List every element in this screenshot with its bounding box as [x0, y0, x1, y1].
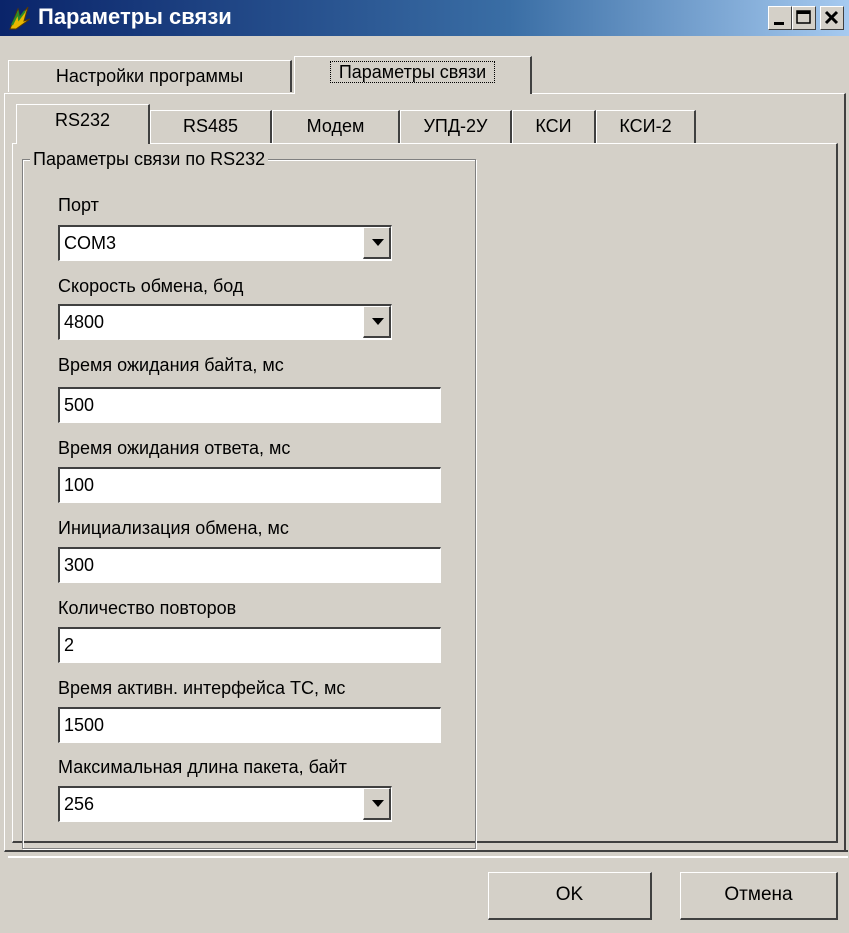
port-dropdown-button[interactable]: [363, 227, 391, 259]
response-timeout-label: Время ожидания ответа, мс: [58, 438, 291, 458]
retry-count-label: Количество повторов: [58, 598, 237, 618]
tab-program-settings[interactable]: Настройки программы: [8, 60, 292, 92]
interface-active-time-value: 1500: [64, 715, 105, 735]
close-button[interactable]: [820, 6, 844, 30]
tab-modem-label: Модем: [306, 116, 365, 136]
groupbox-title: Параметры связи по RS232: [30, 147, 269, 171]
init-exchange-field[interactable]: 300: [58, 547, 441, 583]
close-icon: [824, 10, 839, 25]
tab-ksi-label: КСИ: [535, 116, 572, 136]
init-exchange-value: 300: [64, 555, 95, 575]
port-combobox[interactable]: COM3: [58, 225, 392, 261]
retry-count-field[interactable]: 2: [58, 627, 441, 663]
byte-timeout-label: Время ожидания байта, мс: [58, 355, 284, 375]
max-packet-length-label: Максимальная длина пакета, байт: [58, 757, 347, 777]
maximize-icon: [796, 10, 811, 24]
tab-upd-2u[interactable]: УПД-2У: [400, 110, 512, 144]
retry-count-value: 2: [64, 635, 75, 655]
max-packet-length-dropdown-button[interactable]: [363, 788, 391, 820]
app-icon: [9, 6, 31, 30]
response-timeout-value: 100: [64, 475, 95, 495]
max-packet-length-value: 256: [64, 794, 95, 814]
byte-timeout-field[interactable]: 500: [58, 387, 441, 423]
tab-rs232-label: RS232: [54, 110, 111, 130]
tab-program-settings-label: Настройки программы: [55, 66, 244, 86]
window-title: Параметры связи: [38, 4, 232, 29]
tab-upd-2u-label: УПД-2У: [423, 116, 488, 136]
minimize-button[interactable]: [768, 6, 792, 30]
chevron-down-icon: [372, 239, 384, 246]
ok-button[interactable]: OK: [488, 872, 652, 920]
baud-rate-label: Скорость обмена, бод: [58, 276, 244, 296]
rs232-groupbox: [22, 159, 476, 849]
baud-rate-combobox[interactable]: 4800: [58, 304, 392, 340]
ok-button-label: OK: [555, 884, 584, 905]
tab-ksi-2-label: КСИ-2: [619, 116, 672, 136]
chevron-down-icon: [372, 800, 384, 807]
minimize-icon: [774, 22, 784, 25]
tab-connection-params[interactable]: Параметры связи: [294, 56, 532, 94]
chevron-down-icon: [372, 318, 384, 325]
tab-modem[interactable]: Модем: [272, 110, 400, 144]
tab-rs485-label: RS485: [182, 116, 239, 136]
title-bar: Параметры связи: [0, 0, 849, 36]
interface-active-time-field[interactable]: 1500: [58, 707, 441, 743]
maximize-button[interactable]: [792, 6, 816, 30]
baud-rate-dropdown-button[interactable]: [363, 306, 391, 338]
cancel-button[interactable]: Отмена: [680, 872, 838, 920]
tab-rs232[interactable]: RS232: [16, 104, 150, 144]
max-packet-length-combobox[interactable]: 256: [58, 786, 392, 822]
tab-ksi[interactable]: КСИ: [512, 110, 596, 144]
response-timeout-field[interactable]: 100: [58, 467, 441, 503]
init-exchange-label: Инициализация обмена, мс: [58, 518, 289, 538]
cancel-button-label: Отмена: [724, 884, 793, 905]
separator: [8, 850, 848, 858]
baud-rate-value: 4800: [64, 312, 105, 332]
port-label: Порт: [58, 195, 99, 215]
tab-connection-params-label: Параметры связи: [329, 61, 496, 83]
tab-ksi-2[interactable]: КСИ-2: [596, 110, 696, 144]
interface-active-time-label: Время активн. интерфейса ТС, мс: [58, 678, 346, 698]
byte-timeout-value: 500: [64, 395, 95, 415]
port-value: COM3: [64, 233, 117, 253]
tab-rs485[interactable]: RS485: [150, 110, 272, 144]
